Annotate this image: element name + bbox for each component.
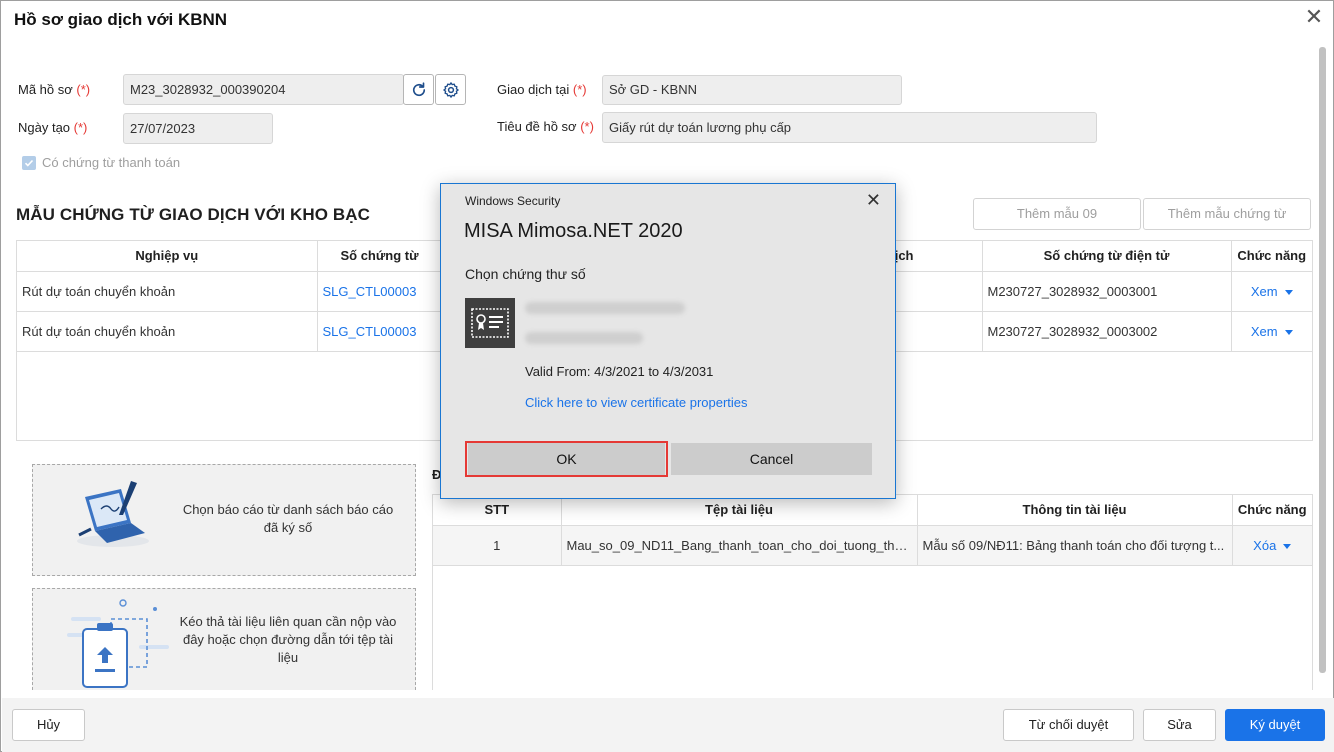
ok-highlight-frame: [465, 441, 668, 477]
cell-so-dien-tu: M230727_3028932_0003002: [982, 311, 1232, 352]
cell-stt: 1: [433, 525, 562, 566]
view-action[interactable]: Xem: [1231, 271, 1312, 312]
section-title: MẪU CHỨNG TỪ GIAO DỊCH VỚI KHO BẠC: [16, 205, 370, 224]
close-icon[interactable]: ✕: [1303, 6, 1325, 29]
gear-icon: [442, 81, 459, 98]
voucher-number-link[interactable]: SLG_CTL00003: [317, 311, 443, 352]
window-title: Hồ sơ giao dịch với KBNN: [14, 10, 228, 29]
settings-button[interactable]: [435, 74, 466, 105]
cell-file-name: Mau_so_09_ND11_Bang_thanh_toan_cho_doi_t…: [561, 525, 918, 566]
col-header-nghiep-vu: Nghiệp vụ: [17, 241, 318, 272]
cell-nghiep-vu: Rút dự toán chuyển khoản: [17, 271, 318, 312]
certificate-owner-redacted: [525, 302, 685, 314]
checkbox-checked-icon: [22, 155, 36, 170]
vertical-scrollbar[interactable]: [1319, 47, 1326, 673]
documents-table: STT Tệp tài liệu Thông tin tài liệu Chức…: [432, 494, 1313, 690]
choose-report-dropzone[interactable]: Chọn báo cáo từ danh sách báo cáo đã ký …: [32, 464, 416, 576]
certificate-issuer-redacted: [525, 332, 643, 344]
giao-dich-tai-label: Giao dịch tại (*): [497, 82, 587, 97]
certificate-validity: Valid From: 4/3/2021 to 4/3/2031: [525, 364, 714, 379]
choose-report-text: Chọn báo cáo từ danh sách báo cáo đã ký …: [182, 502, 394, 535]
dialog-subtitle: Chọn chứng thư số: [465, 266, 586, 282]
table-row[interactable]: 1 Mau_so_09_ND11_Bang_thanh_toan_cho_doi…: [433, 525, 1312, 566]
upload-document-icon: [67, 599, 169, 688]
drag-files-text: Kéo thả tài liệu liên quan cần nộp vào đ…: [179, 614, 397, 665]
dialog-app-name: MISA Mimosa.NET 2020: [464, 220, 683, 242]
voucher-number-link[interactable]: SLG_CTL00003: [317, 271, 443, 312]
checkbox-label: Có chứng từ thanh toán: [42, 155, 181, 170]
cancel-button[interactable]: Hủy: [12, 709, 85, 741]
giao-dich-tai-field[interactable]: Sở GD - KBNN: [602, 75, 902, 105]
close-icon[interactable]: ✕: [866, 190, 881, 211]
drag-files-dropzone[interactable]: Kéo thả tài liệu liên quan cần nộp vào đ…: [32, 588, 416, 690]
cell-doc-info: Mẫu số 09/NĐ11: Bảng thanh toán cho đối …: [917, 525, 1233, 566]
add-template-09-button[interactable]: Thêm mẫu 09: [973, 198, 1141, 230]
dialog-header: Windows Security: [465, 194, 561, 208]
tieu-de-label: Tiêu đề hồ sơ (*): [497, 119, 594, 134]
ma-ho-so-field[interactable]: M23_3028932_000390204: [123, 74, 404, 105]
edit-button[interactable]: Sửa: [1143, 709, 1216, 741]
tieu-de-field[interactable]: Giấy rút dự toán lương phụ cấp: [602, 112, 1097, 143]
laptop-signing-icon: [77, 481, 149, 547]
cell-so-dien-tu: M230727_3028932_0003001: [982, 271, 1232, 312]
ngay-tao-field[interactable]: 27/07/2023: [123, 113, 273, 144]
delete-action[interactable]: Xóa: [1232, 525, 1312, 566]
certificate-icon: [465, 298, 515, 348]
col-header-so-dien-tu: Số chứng từ điện tử: [982, 241, 1232, 272]
view-action[interactable]: Xem: [1231, 311, 1312, 352]
ma-ho-so-label: Mã hồ sơ (*): [18, 82, 91, 97]
col-header-chuc-nang: Chức năng: [1232, 495, 1312, 526]
col-header-tep-tai-lieu: Tệp tài liệu: [561, 495, 918, 526]
sign-approve-button[interactable]: Ký duyệt: [1225, 709, 1325, 741]
reject-approval-button[interactable]: Từ chối duyệt: [1003, 709, 1134, 741]
cancel-button[interactable]: Cancel: [671, 443, 872, 475]
col-header-so-chung-tu: Số chứng từ: [317, 241, 443, 272]
footer-bar: Hủy Từ chối duyệt Sửa Ký duyệt: [2, 698, 1334, 752]
windows-security-dialog: Windows Security ✕ MISA Mimosa.NET 2020 …: [440, 183, 896, 499]
col-header-thong-tin: Thông tin tài liệu: [917, 495, 1233, 526]
ngay-tao-label: Ngày tạo (*): [18, 120, 88, 135]
col-header-stt: STT: [433, 495, 562, 526]
payment-voucher-checkbox[interactable]: Có chứng từ thanh toán: [22, 155, 180, 170]
cell-nghiep-vu: Rút dự toán chuyển khoản: [17, 311, 318, 352]
chevron-down-icon: [1284, 329, 1293, 335]
refresh-button[interactable]: [403, 74, 434, 105]
add-voucher-template-button[interactable]: Thêm mẫu chứng từ: [1143, 198, 1311, 230]
chevron-down-icon: [1284, 289, 1293, 295]
certificate-properties-link[interactable]: Click here to view certificate propertie…: [525, 395, 748, 410]
col-header-chuc-nang: Chức năng: [1231, 241, 1312, 272]
chevron-down-icon: [1283, 543, 1292, 549]
refresh-icon: [412, 81, 425, 96]
